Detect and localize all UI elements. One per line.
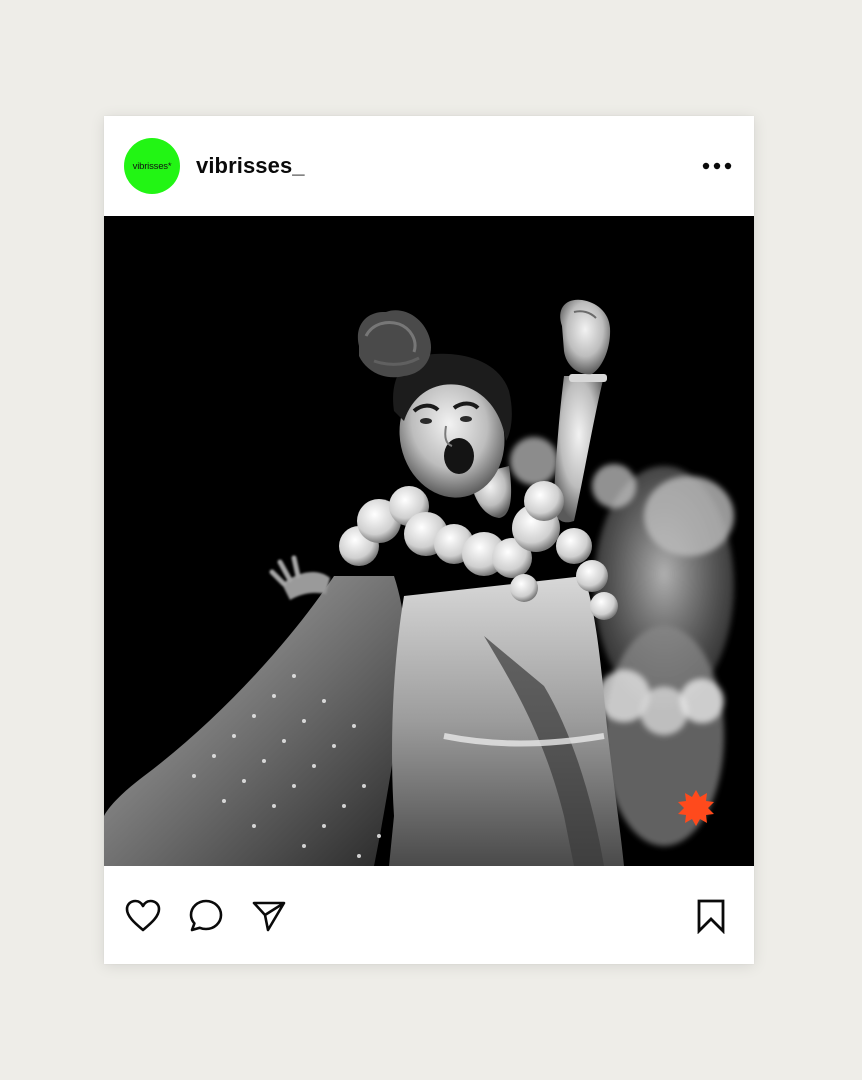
post-header: vibrisses* vibrisses_ (104, 116, 754, 216)
comment-icon (189, 899, 223, 932)
post-actions (104, 866, 754, 964)
post-photo[interactable] (104, 216, 754, 866)
photo-image (104, 216, 754, 866)
avatar-text: vibrisses* (132, 160, 172, 172)
save-button[interactable] (691, 896, 731, 936)
send-icon (252, 901, 286, 932)
share-button[interactable] (249, 896, 289, 936)
username[interactable]: vibrisses_ (196, 153, 305, 179)
more-options-button[interactable] (700, 154, 734, 178)
like-button[interactable] (123, 896, 163, 936)
comment-button[interactable] (186, 896, 226, 936)
bookmark-icon (697, 899, 725, 934)
post-card: vibrisses* vibrisses_ (104, 116, 754, 964)
more-horizontal-icon (702, 162, 732, 170)
heart-icon (125, 899, 161, 932)
avatar[interactable]: vibrisses* (124, 138, 180, 194)
